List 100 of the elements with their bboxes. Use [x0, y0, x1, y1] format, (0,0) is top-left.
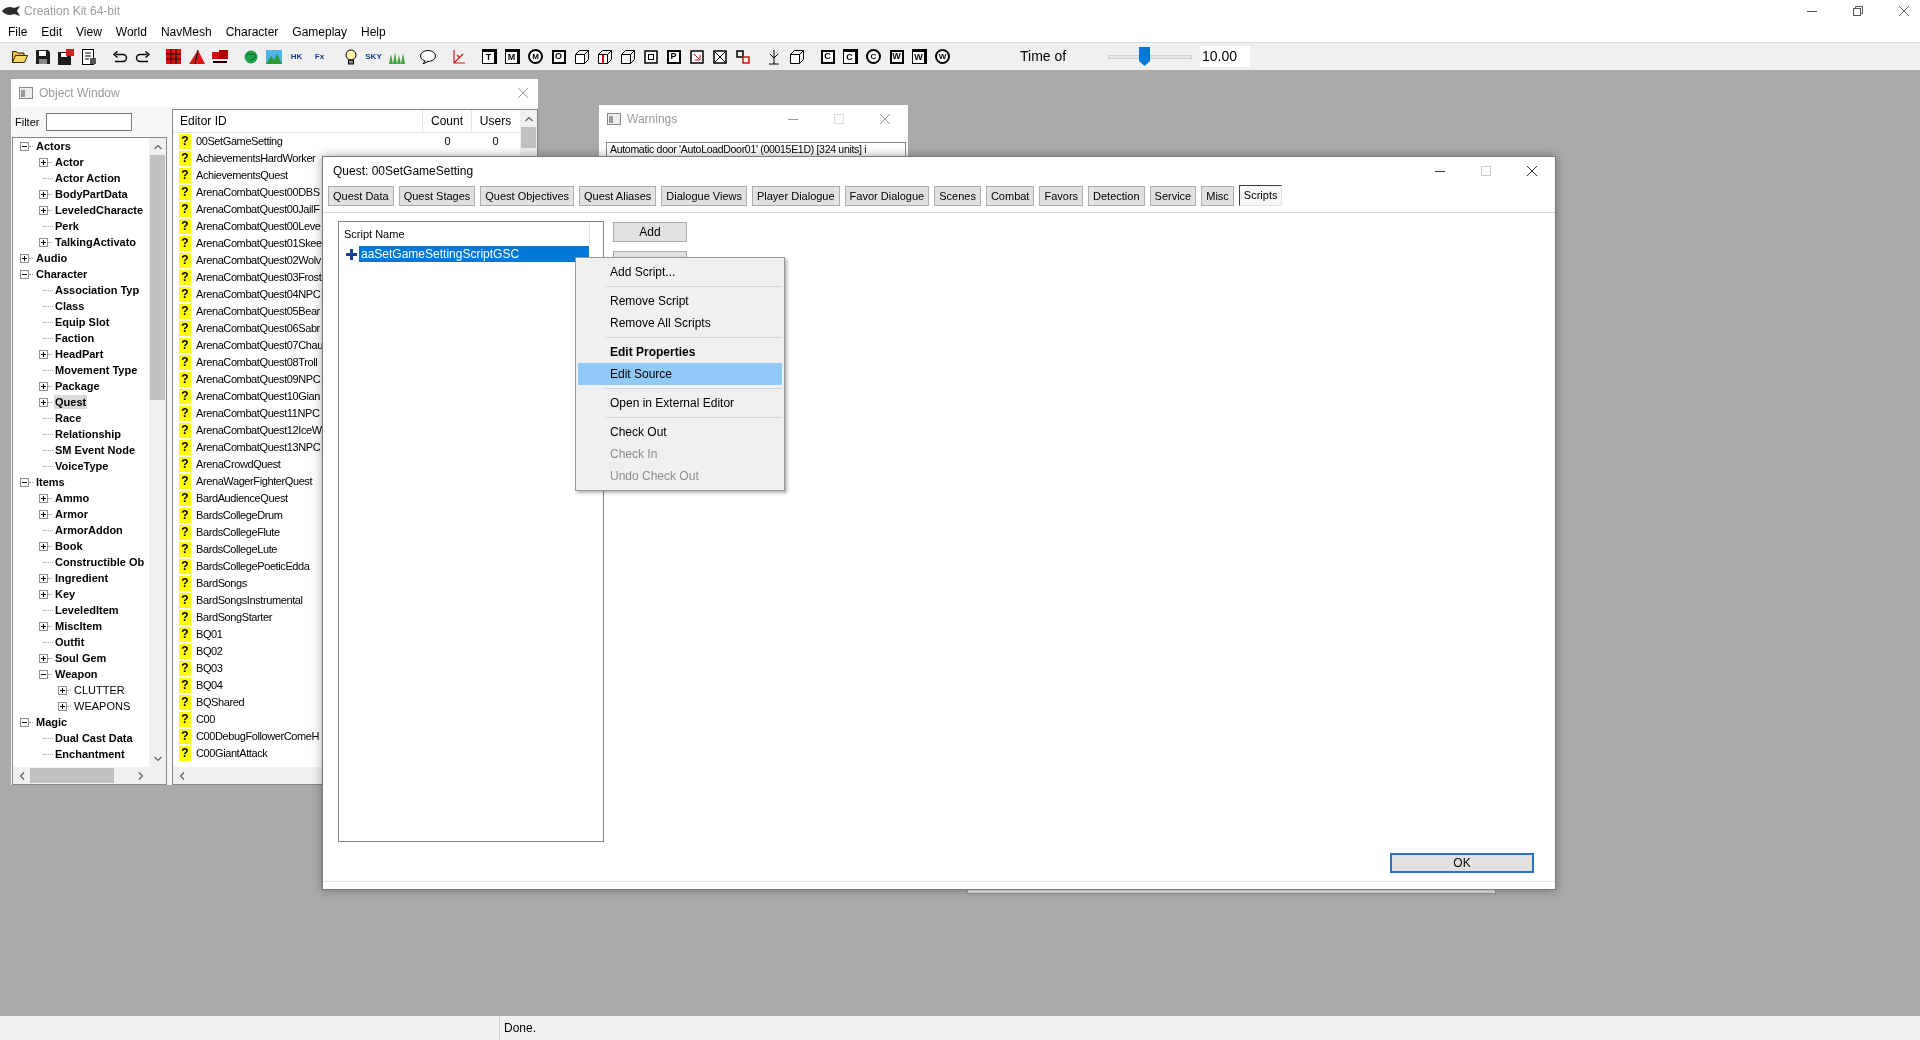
tree-item[interactable]: Ammo [54, 491, 91, 505]
editor-id[interactable]: ArenaCombatQuest05Bear [196, 303, 320, 320]
editor-id[interactable]: ArenaCombatQuest12IceW [196, 422, 322, 439]
collapse-box-icon[interactable] [20, 141, 29, 151]
context-menu-item[interactable]: Check Out [578, 421, 782, 443]
expand-box-icon[interactable] [58, 685, 67, 695]
globe-icon[interactable] [243, 49, 258, 64]
tree-item[interactable]: Actor [54, 155, 85, 169]
tree-item[interactable]: Outfit [54, 635, 86, 649]
editor-id[interactable]: 00SetGameSetting [196, 133, 283, 150]
editor-id[interactable]: AchievementsHardWorker [196, 150, 316, 167]
tree-item[interactable]: BodyPartData [54, 187, 129, 201]
context-menu-item[interactable]: Remove Script [578, 290, 782, 312]
menu-item[interactable]: Help [354, 24, 393, 40]
expand-box-icon[interactable] [20, 253, 29, 263]
tab[interactable]: Detection [1088, 186, 1145, 206]
slider-thumb[interactable] [1138, 46, 1150, 66]
letter-cube-button[interactable]: T [482, 49, 497, 64]
antenna-icon[interactable] [767, 48, 780, 65]
redo-icon[interactable] [134, 50, 151, 63]
tree-item[interactable]: Association Typ [54, 283, 141, 297]
tree-item[interactable]: MiscItem [54, 619, 104, 633]
tree-item[interactable]: Actors [35, 139, 72, 153]
collapse-box-icon[interactable] [20, 477, 29, 487]
expand-box-icon[interactable] [39, 381, 48, 391]
tab[interactable]: Combat [985, 186, 1035, 206]
vertical-scrollbar[interactable] [520, 110, 537, 156]
filter-field[interactable] [46, 113, 133, 131]
tree-item[interactable]: VoiceType [54, 459, 110, 473]
scroll-right-icon[interactable] [137, 771, 144, 780]
menu-item[interactable]: Gameplay [285, 24, 355, 40]
editor-id[interactable]: BQ04 [196, 677, 223, 694]
time-value-field[interactable]: 10.00 [1200, 46, 1250, 67]
editor-id[interactable]: BardsCollegePoeticEdda [196, 558, 310, 575]
tree-item[interactable]: Enchantment [54, 747, 126, 761]
expand-box-icon[interactable] [39, 205, 48, 215]
editor-id[interactable]: C00GiantAttack [196, 745, 268, 762]
tab[interactable]: Quest Objectives [480, 186, 575, 206]
expand-box-icon[interactable] [39, 157, 48, 167]
editor-id[interactable]: BQ02 [196, 643, 223, 660]
editor-id[interactable]: C00DebugFollowerComeH [196, 728, 320, 745]
scroll-up-icon[interactable] [524, 115, 533, 122]
letter-square-button[interactable]: O [551, 49, 566, 64]
axes-icon[interactable] [451, 48, 466, 65]
scroll-left-icon[interactable] [178, 771, 185, 780]
warning-message[interactable]: Automatic door 'AutoLoadDoor01' (00015E1D) [324 units] i [610, 143, 902, 155]
tree-item[interactable]: Soul Gem [54, 651, 108, 665]
editor-id[interactable]: ArenaCombatQuest10Gian [196, 388, 320, 405]
scrollbar-thumb[interactable] [150, 155, 165, 400]
open-folder-icon[interactable] [11, 49, 28, 64]
horizontal-scrollbar[interactable] [13, 767, 149, 784]
tree-item[interactable]: Weapon [54, 667, 99, 681]
tab[interactable]: Quest Aliases [579, 186, 657, 206]
tree-item[interactable]: Package [54, 379, 101, 393]
editor-id[interactable]: ArenaCombatQuest04NPC [196, 286, 321, 303]
editor-id[interactable]: BardAudienceQuest [196, 490, 288, 507]
editor-id[interactable]: BardsCollegeFlute [196, 524, 280, 541]
expand-box-icon[interactable] [39, 589, 48, 599]
text-tool-button[interactable]: SKY [365, 52, 382, 61]
tree-item[interactable]: TalkingActivato [54, 235, 138, 249]
triangle-icon[interactable] [188, 49, 205, 64]
editor-id[interactable]: AchievementsQuest [196, 167, 288, 184]
scrollbar-thumb[interactable] [30, 768, 114, 783]
editor-id[interactable]: ArenaCombatQuest13NPC [196, 439, 321, 456]
letter-cube-button[interactable]: C [843, 49, 858, 64]
crossed-box-icon[interactable] [712, 49, 727, 64]
editor-id[interactable]: BQShared [196, 694, 245, 711]
editor-id[interactable]: ArenaCombatQuest00DBS [196, 184, 320, 201]
tree-item[interactable]: Audio [35, 251, 69, 265]
restore-icon[interactable] [1853, 6, 1863, 16]
editor-id[interactable]: ArenaWagerFighterQuest [196, 473, 313, 490]
vertical-scrollbar[interactable] [149, 138, 166, 767]
light-bulb-icon[interactable] [344, 48, 357, 65]
cube-icon[interactable] [789, 49, 804, 64]
editor-id[interactable]: ArenaCombatQuest09NPC [196, 371, 321, 388]
expand-box-icon[interactable] [39, 349, 48, 359]
collapse-box-icon[interactable] [20, 269, 29, 279]
script-name[interactable]: aaSetGameSettingScriptGSC [359, 246, 589, 262]
editor-id[interactable]: ArenaCombatQuest08Troll [196, 354, 318, 371]
menu-item[interactable]: NavMesh [153, 24, 219, 40]
tab[interactable]: Quest Data [328, 186, 394, 206]
scroll-left-icon[interactable] [18, 771, 25, 780]
editor-id[interactable]: BQ03 [196, 660, 223, 677]
menu-item[interactable]: Edit [34, 24, 70, 40]
letter-square-button[interactable]: W [889, 49, 904, 64]
letter-square-button[interactable]: C [820, 49, 835, 64]
tree-item[interactable]: SM Event Node [54, 443, 137, 457]
editor-id[interactable]: ArenaCombatQuest06Sabr [196, 320, 320, 337]
editor-id[interactable]: ArenaCombatQuest01Skee [196, 235, 322, 252]
tree-item[interactable]: Key [54, 587, 77, 601]
column-header[interactable]: Count [423, 110, 472, 132]
tree-item[interactable]: Dual Cast Data [54, 731, 134, 745]
editor-id[interactable]: ArenaCombatQuest00Leve [196, 218, 321, 235]
column-header[interactable]: Editor ID [173, 110, 423, 132]
tree-item[interactable]: Quest [54, 395, 88, 409]
tree-item[interactable]: LeveledItem [54, 603, 120, 617]
context-menu-item[interactable]: Remove All Scripts [578, 312, 782, 334]
editor-id[interactable]: BQ01 [196, 626, 223, 643]
tree-item[interactable]: HeadPart [54, 347, 105, 361]
expand-box-icon[interactable] [39, 541, 48, 551]
